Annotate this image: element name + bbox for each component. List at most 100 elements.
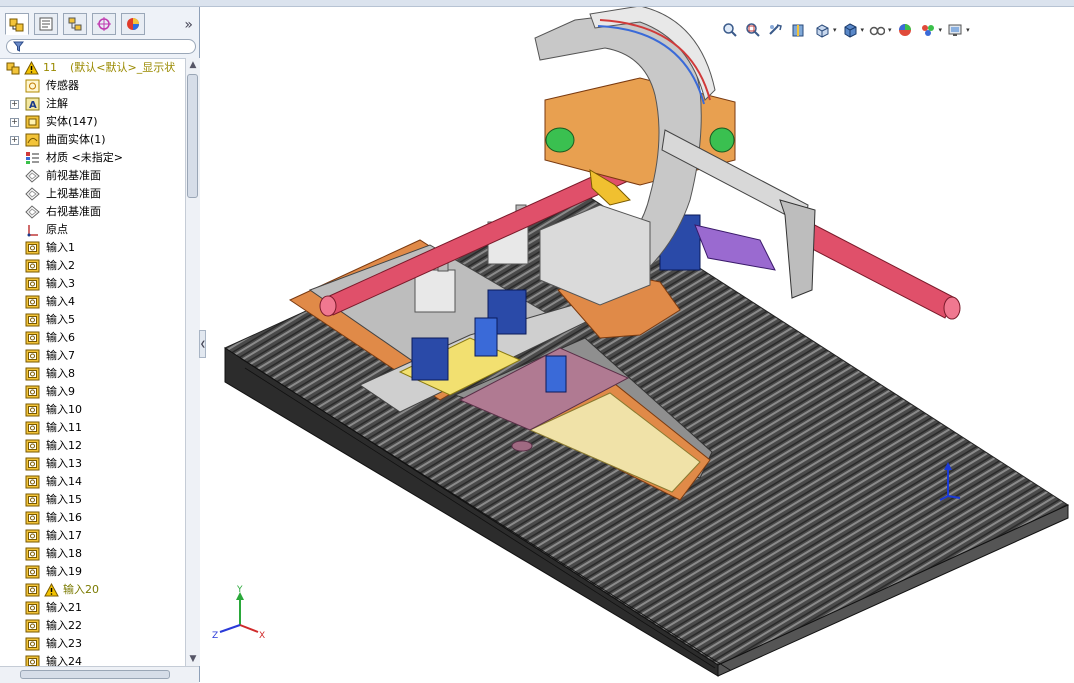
tree-item[interactable]: 输入7 <box>0 347 185 365</box>
feature-icon <box>25 457 40 471</box>
tree-item-label: 输入8 <box>46 367 75 380</box>
feature-icon <box>25 385 40 399</box>
display-manager-tab[interactable] <box>121 13 145 35</box>
plane-icon <box>25 205 40 219</box>
feature-icon <box>25 313 40 327</box>
cad-model-scene[interactable]: Y X Z <box>207 7 1074 682</box>
tree-item[interactable]: 输入8 <box>0 365 185 383</box>
tree-item-label: 输入5 <box>46 313 75 326</box>
tree-item-label: 输入17 <box>46 529 82 542</box>
feature-icon <box>25 565 40 579</box>
tree-item[interactable]: 原点 <box>0 221 185 239</box>
tree-item[interactable]: 输入5 <box>0 311 185 329</box>
feature-icon <box>25 421 40 435</box>
origin-icon <box>25 223 40 237</box>
tree-item-label: 输入22 <box>46 619 82 632</box>
tree-item[interactable]: 输入18 <box>0 545 185 563</box>
filter-icon <box>13 41 24 52</box>
tree-item-label: 输入14 <box>46 475 82 488</box>
scroll-down-icon[interactable]: ▼ <box>186 652 200 666</box>
tree-item-label: 输入23 <box>46 637 82 650</box>
tree-item-label: 右视基准面 <box>46 205 101 218</box>
tree-item[interactable]: 输入9 <box>0 383 185 401</box>
more-tabs-chevron-icon[interactable]: » <box>184 17 193 33</box>
feature-tree: 11 (默认<默认>_显示状 传感器 + A 注解 + 实体(147) + 曲面实体(1) 材质… <box>0 58 185 667</box>
triad-z-label: Z <box>212 631 218 641</box>
tree-horizontal-scrollbar[interactable] <box>0 666 199 683</box>
dimxpert-tab[interactable] <box>92 13 116 35</box>
tree-root-part[interactable]: 11 (默认<默认>_显示状 <box>0 59 185 77</box>
tree-item[interactable]: 前视基准面 <box>0 167 185 185</box>
property-manager-tab[interactable] <box>34 13 58 35</box>
tree-item-label: 输入10 <box>46 403 82 416</box>
tree-root-label: (默认<默认>_显示状 <box>70 61 176 74</box>
feature-icon <box>25 331 40 345</box>
tree-item[interactable]: 输入24 <box>0 653 185 667</box>
tree-item[interactable]: 材质 <未指定> <box>0 149 185 167</box>
tree-item[interactable]: 输入14 <box>0 473 185 491</box>
surface-body-icon <box>25 133 40 147</box>
configuration-manager-tab[interactable] <box>63 13 87 35</box>
tree-item-label: 材质 <未指定> <box>46 151 123 164</box>
warning-icon <box>24 61 39 75</box>
expand-plus-icon[interactable]: + <box>10 100 19 109</box>
plane-icon <box>25 187 40 201</box>
tree-item[interactable]: 输入22 <box>0 617 185 635</box>
feature-icon <box>25 403 40 417</box>
tree-item[interactable]: 输入17 <box>0 527 185 545</box>
tree-item-label: 输入3 <box>46 277 75 290</box>
tree-item[interactable]: 上视基准面 <box>0 185 185 203</box>
tree-item[interactable]: 输入12 <box>0 437 185 455</box>
panel-collapse-handle[interactable]: ❮ <box>199 330 206 358</box>
tree-item[interactable]: 输入21 <box>0 599 185 617</box>
tree-item-label: 输入4 <box>46 295 75 308</box>
tree-vertical-scrollbar[interactable]: ▲ ▼ <box>185 58 200 666</box>
tree-item[interactable]: + 实体(147) <box>0 113 185 131</box>
feature-manager-tab[interactable] <box>5 13 29 35</box>
dimxpert-icon <box>97 17 111 31</box>
tree-item-label: 输入18 <box>46 547 82 560</box>
expand-plus-icon[interactable]: + <box>10 136 19 145</box>
feature-manager-panel: » 11 (默认<默认>_显示状 传感器 + A 注解 + 实体(147) + 曲面实体(1)… <box>0 7 200 683</box>
tree-item-label: 输入16 <box>46 511 82 524</box>
warning-icon <box>44 582 59 597</box>
tree-item[interactable]: 输入6 <box>0 329 185 347</box>
tree-item[interactable]: + A 注解 <box>0 95 185 113</box>
tree-item-label: 输入12 <box>46 439 82 452</box>
tree-item[interactable]: 输入2 <box>0 257 185 275</box>
tree-item-label: 输入11 <box>46 421 82 434</box>
tree-item[interactable]: 输入13 <box>0 455 185 473</box>
tree-item[interactable]: + 曲面实体(1) <box>0 131 185 149</box>
feature-icon <box>25 601 40 615</box>
tree-hscroll-thumb[interactable] <box>20 670 170 679</box>
tree-item[interactable]: 右视基准面 <box>0 203 185 221</box>
tree-item[interactable]: 输入16 <box>0 509 185 527</box>
feature-icon <box>25 349 40 363</box>
expand-plus-icon[interactable]: + <box>10 118 19 127</box>
feature-icon <box>25 241 40 255</box>
feature-icon <box>25 295 40 309</box>
window-top-edge <box>0 0 1074 7</box>
tree-item[interactable]: 传感器 <box>0 77 185 95</box>
tree-item[interactable]: 输入23 <box>0 635 185 653</box>
tree-item[interactable]: 输入11 <box>0 419 185 437</box>
tree-item[interactable]: 输入20 <box>0 581 185 599</box>
graphics-viewport[interactable]: ▾ ▾ ▾ ▾ ▾ Y X Z <box>207 7 1074 682</box>
tree-item[interactable]: 输入4 <box>0 293 185 311</box>
tree-item[interactable]: 输入1 <box>0 239 185 257</box>
panel-tabs: » <box>3 11 197 37</box>
tree-item[interactable]: 输入15 <box>0 491 185 509</box>
feature-icon <box>25 277 40 291</box>
tree-item-label: 输入9 <box>46 385 75 398</box>
scroll-up-icon[interactable]: ▲ <box>186 58 200 72</box>
tree-filter-input[interactable] <box>6 39 196 54</box>
tree-item[interactable]: 输入10 <box>0 401 185 419</box>
triad-y-label: Y <box>236 585 243 595</box>
tree-item-label: 输入21 <box>46 601 82 614</box>
tree-item[interactable]: 输入3 <box>0 275 185 293</box>
triad-x-label: X <box>259 631 265 641</box>
tree-item[interactable]: 输入19 <box>0 563 185 581</box>
svg-text:A: A <box>29 100 37 111</box>
tree-scroll-thumb[interactable] <box>187 74 198 198</box>
tree-item-label: 输入13 <box>46 457 82 470</box>
